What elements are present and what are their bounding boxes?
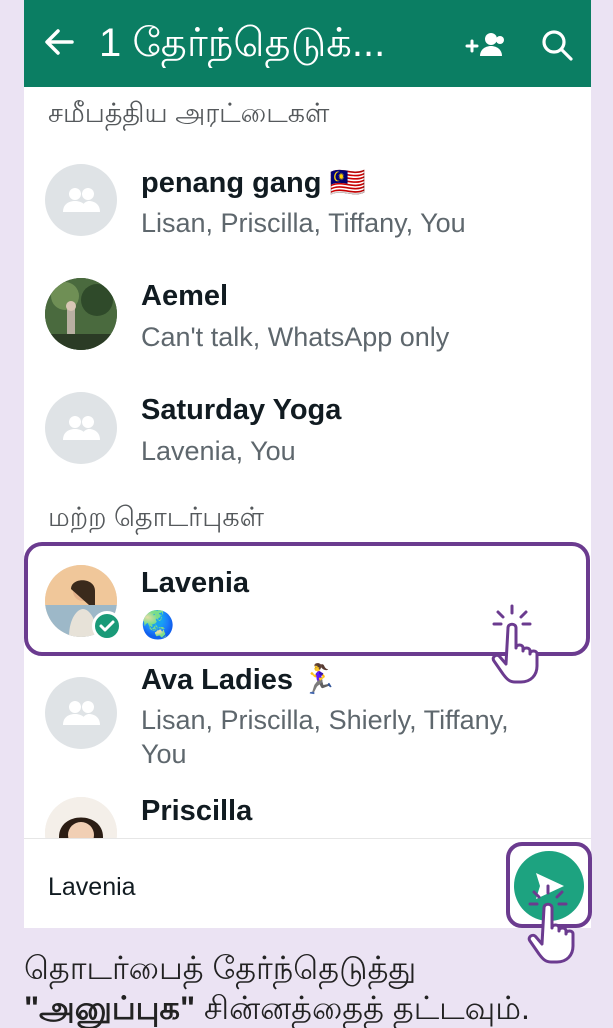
chat-name: Priscilla	[141, 795, 253, 827]
chat-subtitle: Lisan, Priscilla, Shierly, Tiffany,	[141, 705, 509, 735]
arrow-back-icon[interactable]	[42, 22, 76, 62]
search-icon[interactable]	[539, 27, 575, 63]
add-people-icon[interactable]	[464, 26, 508, 66]
phone-screen: 1 தேர்ந்தெடுக்... சமீபத்திய அரட்டைகள் pe…	[24, 0, 591, 928]
chat-name: penang gang 🇲🇾	[141, 167, 366, 199]
page-title: 1 தேர்ந்தெடுக்...	[99, 21, 386, 65]
group-icon	[63, 701, 100, 725]
instruction-line-1: தொடர்பைத் தேர்ந்தெடுத்து	[24, 950, 417, 986]
avatar	[45, 164, 117, 236]
list-item[interactable]: penang gang 🇲🇾 Lisan, Priscilla, Tiffany…	[24, 144, 591, 256]
instruction-text: தொடர்பைத் தேர்ந்தெடுத்து "அனுப்புக" சின்…	[24, 948, 604, 1028]
chat-name: Aemel	[141, 280, 229, 312]
group-icon	[63, 188, 100, 212]
section-label-recent-chats: சமீபத்திய அரட்டைகள்	[48, 98, 330, 128]
group-icon	[63, 416, 100, 440]
selected-contacts-text: Lavenia	[48, 873, 136, 901]
chat-name: Saturday Yoga	[141, 394, 342, 426]
chat-subtitle: Lisan, Priscilla, Tiffany, You	[141, 208, 466, 238]
chat-subtitle-cont: You	[141, 739, 187, 769]
list-item[interactable]: Saturday Yoga Lavenia, You	[24, 372, 591, 484]
avatar	[45, 392, 117, 464]
chat-name: Ava Ladies 🏃‍♀️	[141, 664, 338, 696]
contact-status: 🌏	[141, 610, 175, 640]
tap-hand-icon	[491, 604, 539, 684]
instruction-rest: சின்னத்தைத் தட்டவும்.	[195, 990, 530, 1026]
instruction-line-2: "அனுப்புக" சின்னத்தைத் தட்டவும்.	[24, 988, 604, 1028]
avatar	[45, 677, 117, 749]
instruction-bold: "அனுப்புக"	[24, 990, 196, 1026]
chat-subtitle: Can't talk, WhatsApp only	[141, 322, 450, 352]
avatar	[45, 278, 117, 350]
contact-name: Lavenia	[141, 567, 249, 599]
app-bar: 1 தேர்ந்தெடுக்...	[24, 0, 591, 87]
chat-subtitle: Lavenia, You	[141, 436, 296, 466]
list-item[interactable]: Priscilla	[24, 785, 591, 869]
check-icon	[92, 611, 122, 641]
list-item[interactable]: Aemel Can't talk, WhatsApp only	[24, 258, 591, 370]
section-label-other-contacts: மற்ற தொடர்புகள்	[48, 502, 265, 532]
